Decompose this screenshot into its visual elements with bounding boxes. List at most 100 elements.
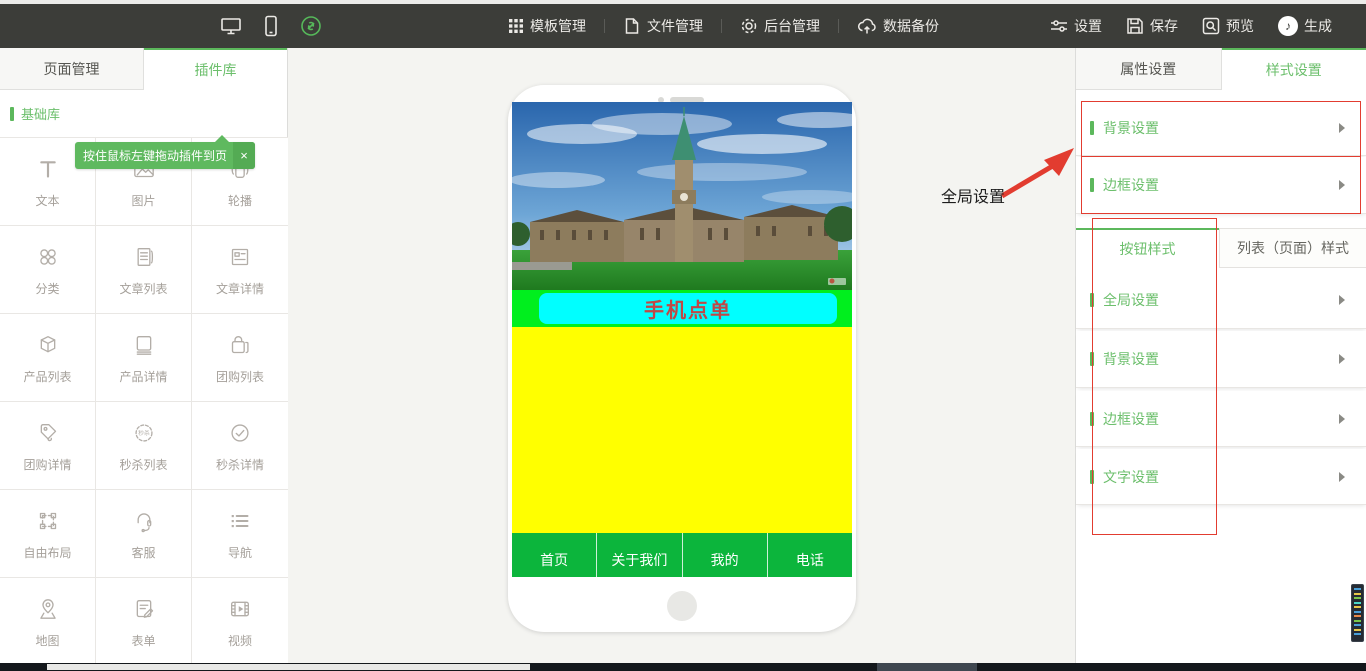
chevron-right-icon: [1339, 472, 1345, 482]
tab-label: 插件库: [195, 60, 237, 80]
sliders-icon: [1050, 18, 1068, 34]
plugin-article-list[interactable]: 文章列表: [96, 226, 192, 314]
tab-property-settings[interactable]: 属性设置: [1076, 48, 1222, 90]
plugin-groupbuy-list[interactable]: 团购列表: [192, 314, 288, 402]
plugin-free-layout[interactable]: 自由布局: [0, 490, 96, 578]
plugin-flashsale-detail[interactable]: 秒杀详情: [192, 402, 288, 490]
green-bar-icon: [1090, 293, 1094, 307]
style-subtabs: 按钮样式 列表（页面）样式: [1076, 228, 1366, 268]
plugin-form[interactable]: 表单: [96, 578, 192, 666]
svg-text:秒杀: 秒杀: [138, 429, 150, 437]
nav-list-icon: [225, 506, 255, 536]
section-label: 边框设置: [1103, 409, 1159, 429]
chevron-right-icon: [1339, 414, 1345, 424]
plugin-video[interactable]: 视频: [192, 578, 288, 666]
mobile-view-button[interactable]: [264, 15, 278, 37]
action-label: 设置: [1074, 16, 1102, 36]
separator: [721, 19, 722, 33]
plugin-product-detail[interactable]: 产品详情: [96, 314, 192, 402]
nav-item-phone[interactable]: 电话: [767, 533, 852, 577]
menu-label: 后台管理: [764, 16, 820, 36]
tab-page-management[interactable]: 页面管理: [0, 48, 144, 90]
text-icon: [33, 154, 63, 184]
flashsale-list-icon: 秒杀: [129, 418, 159, 448]
grid-icon: [508, 18, 524, 34]
tab-list-page-style[interactable]: 列表（页面）样式: [1219, 228, 1366, 268]
plugin-article-detail[interactable]: 文章详情: [192, 226, 288, 314]
menu-file-management[interactable]: 文件管理: [623, 16, 703, 36]
tab-plugin-library[interactable]: 插件库: [144, 48, 287, 90]
tab-button-style[interactable]: 按钮样式: [1076, 228, 1219, 268]
product-list-icon: [33, 330, 63, 360]
home-button-icon: [667, 591, 697, 621]
sidebar-tabs: 页面管理 插件库: [0, 48, 287, 90]
library-group-label: 基础库: [10, 104, 60, 123]
plugin-product-list[interactable]: 产品列表: [0, 314, 96, 402]
plugin-customer-service[interactable]: 客服: [96, 490, 192, 578]
section-button-background-settings[interactable]: 背景设置: [1076, 331, 1366, 388]
plugin-grid: 文本 图片 轮播 分类 文章列表 文章详情: [0, 137, 288, 666]
menu-template-management[interactable]: 模板管理: [508, 16, 586, 36]
editor-canvas[interactable]: 手机点单 首页 关于我们 我的 电话: [289, 48, 1075, 663]
banner-button[interactable]: 手机点单: [539, 293, 837, 324]
color-minimap-widget: [1351, 584, 1364, 642]
nav-item-mine[interactable]: 我的: [682, 533, 767, 577]
preview-button[interactable]: 预览: [1202, 16, 1254, 36]
menu-backend-management[interactable]: 后台管理: [740, 16, 820, 36]
phone-screen: 手机点单 首页 关于我们 我的 电话: [512, 102, 852, 577]
nav-item-about[interactable]: 关于我们: [596, 533, 681, 577]
settings-button[interactable]: 设置: [1050, 16, 1102, 36]
save-button[interactable]: 保存: [1126, 16, 1178, 36]
desktop-view-button[interactable]: [220, 16, 242, 36]
groupbuy-list-icon: [225, 330, 255, 360]
section-border-settings[interactable]: 边框设置: [1076, 157, 1366, 214]
content-placeholder-block[interactable]: [512, 327, 852, 533]
groupbuy-detail-icon: [33, 418, 63, 448]
action-label: 预览: [1226, 16, 1254, 36]
plugin-flashsale-list[interactable]: 秒杀 秒杀列表: [96, 402, 192, 490]
page-builder-app: 模板管理 文件管理 后台管理 数据备份 设置: [0, 0, 1366, 671]
plugin-navigation[interactable]: 导航: [192, 490, 288, 578]
link-button[interactable]: [300, 15, 322, 37]
tab-style-settings[interactable]: 样式设置: [1222, 48, 1366, 90]
tab-label: 样式设置: [1266, 60, 1322, 80]
green-bar-icon: [1090, 470, 1094, 484]
phone-mockup: 手机点单 首页 关于我们 我的 电话: [508, 85, 856, 632]
section-button-border-settings[interactable]: 边框设置: [1076, 391, 1366, 447]
plugin-category[interactable]: 分类: [0, 226, 96, 314]
hero-image[interactable]: [512, 102, 852, 290]
section-label: 文字设置: [1103, 467, 1159, 487]
plugin-map[interactable]: 地图: [0, 578, 96, 666]
section-text-settings[interactable]: 文字设置: [1076, 449, 1366, 505]
green-bar-icon: [1090, 352, 1094, 366]
article-list-icon: [129, 242, 159, 272]
tooltip-close-button[interactable]: ×: [233, 142, 255, 169]
action-label: 生成: [1304, 16, 1332, 36]
tab-label: 按钮样式: [1120, 239, 1176, 259]
horizontal-scrollbar-thumb[interactable]: [47, 664, 530, 670]
chevron-right-icon: [1339, 295, 1345, 305]
chevron-right-icon: [1339, 180, 1345, 190]
section-label: 背景设置: [1103, 349, 1159, 369]
menu-data-backup[interactable]: 数据备份: [857, 16, 939, 36]
library-header: 基础库 按住鼠标左键拖动插件到页 ×: [0, 90, 287, 137]
panel-tabs: 属性设置 样式设置: [1076, 48, 1366, 90]
tab-label: 页面管理: [44, 59, 100, 79]
video-icon: [225, 594, 255, 624]
menu-label: 文件管理: [647, 16, 703, 36]
section-background-settings[interactable]: 背景设置: [1076, 100, 1366, 156]
generate-button[interactable]: ♪ 生成: [1278, 16, 1332, 36]
separator: [604, 19, 605, 33]
save-icon: [1126, 17, 1144, 35]
topbar-actions: 设置 保存 预览 ♪ 生成: [1038, 4, 1344, 48]
nav-item-home[interactable]: 首页: [512, 533, 596, 577]
plugin-groupbuy-detail[interactable]: 团购详情: [0, 402, 96, 490]
section-label: 背景设置: [1103, 118, 1159, 138]
cloud-upload-icon: [857, 17, 877, 35]
topbar-menu: 模板管理 文件管理 后台管理 数据备份: [494, 4, 953, 48]
form-icon: [129, 594, 159, 624]
banner-strip-widget[interactable]: 手机点单: [512, 290, 852, 327]
section-global-settings[interactable]: 全局设置: [1076, 272, 1366, 329]
menu-label: 数据备份: [883, 16, 939, 36]
gear-icon: [740, 17, 758, 35]
